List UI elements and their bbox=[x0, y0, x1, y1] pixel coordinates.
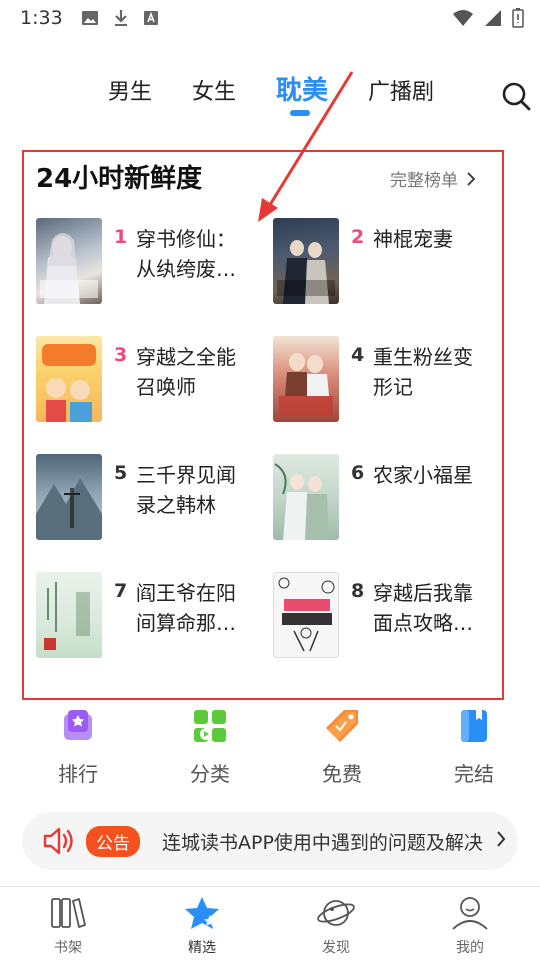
book-title-7: 阎王爷在阳间算命那… bbox=[136, 581, 236, 635]
ranking-title: 24小时新鲜度 bbox=[36, 164, 203, 194]
book-title-1: 穿书修仙：从纨绔废… bbox=[136, 227, 236, 281]
book-title-2: 神棍宠妻 bbox=[373, 227, 453, 251]
book-title-4: 重生粉丝变形记 bbox=[373, 345, 473, 399]
rank-number-2: 2 bbox=[351, 226, 365, 248]
announcement-bar[interactable]: 公告 连城读书APP使用中遇到的问题及解决 bbox=[22, 812, 518, 870]
book-cover-7 bbox=[36, 572, 102, 658]
rank-number-1: 1 bbox=[114, 226, 128, 248]
book-cover-5 bbox=[36, 454, 102, 540]
book-item-3[interactable]: 3 穿越之全能召唤师 bbox=[36, 336, 256, 426]
book-cover-3 bbox=[36, 336, 102, 422]
nav-featured[interactable]: 精选 bbox=[152, 895, 252, 957]
nav-profile-label: 我的 bbox=[456, 940, 484, 956]
announcement-text: 连城读书APP使用中遇到的问题及解决 bbox=[162, 831, 483, 854]
free-tag-icon bbox=[326, 710, 358, 742]
status-bar: 1:33 bbox=[0, 0, 540, 36]
announcement-badge: 公告 bbox=[86, 825, 140, 857]
ranking-icon bbox=[64, 710, 92, 740]
planet-icon bbox=[317, 900, 355, 926]
nav-bookshelf-label: 书架 bbox=[54, 940, 82, 956]
rank-number-4: 4 bbox=[351, 344, 365, 366]
quick-entry-ranking[interactable]: 排行 bbox=[38, 708, 118, 787]
rank-number-7: 7 bbox=[114, 580, 128, 602]
user-icon bbox=[452, 897, 488, 930]
chevron-right-icon bbox=[497, 831, 506, 847]
book-cover-6 bbox=[273, 454, 339, 540]
quick-entry-ranking-label: 排行 bbox=[58, 762, 98, 786]
quick-entry-finished[interactable]: 完结 bbox=[434, 708, 514, 787]
top-tabs: 男生 女生 耽美 广播剧 bbox=[0, 60, 540, 120]
quick-entry-category[interactable]: 分类 bbox=[170, 708, 250, 787]
finished-book-icon bbox=[461, 710, 487, 742]
book-title-5: 三千界见闻录之韩林 bbox=[136, 463, 236, 517]
nav-bookshelf[interactable]: 书架 bbox=[18, 895, 118, 957]
status-time: 1:33 bbox=[20, 7, 63, 29]
book-title-3: 穿越之全能召唤师 bbox=[136, 345, 236, 399]
book-item-7[interactable]: 7 阎王爷在阳间算命那… bbox=[36, 572, 256, 662]
full-ranking-link[interactable]: 完整榜单 bbox=[390, 166, 476, 191]
font-icon bbox=[143, 11, 158, 25]
book-item-5[interactable]: 5 三千界见闻录之韩林 bbox=[36, 454, 256, 544]
nav-discover[interactable]: 发现 bbox=[286, 895, 386, 957]
download-icon bbox=[114, 10, 127, 26]
book-cover-1 bbox=[36, 218, 102, 304]
quick-entry-free-label: 免费 bbox=[322, 762, 362, 786]
book-title-6: 农家小福星 bbox=[373, 463, 473, 487]
bookshelf-icon bbox=[51, 898, 86, 928]
book-title-8: 穿越后我靠面点攻略… bbox=[373, 581, 473, 635]
battery-icon bbox=[512, 8, 524, 28]
book-item-4[interactable]: 4 重生粉丝变形记 bbox=[273, 336, 493, 426]
quick-entry-finished-label: 完结 bbox=[454, 762, 494, 786]
book-item-8[interactable]: 8 穿越后我靠面点攻略… bbox=[273, 572, 493, 662]
full-ranking-label: 完整榜单 bbox=[390, 171, 458, 191]
nav-profile[interactable]: 我的 bbox=[420, 895, 520, 957]
nav-discover-label: 发现 bbox=[322, 940, 350, 956]
ranking-card: 24小时新鲜度 完整榜单 1 穿书修仙：从纨绔废… 2 神棍宠妻 3 穿越之全能… bbox=[22, 150, 504, 700]
search-icon[interactable] bbox=[500, 80, 532, 112]
bottom-nav: 书架 精选 发现 我的 bbox=[0, 886, 540, 960]
chevron-right-icon bbox=[467, 171, 476, 186]
rank-number-8: 8 bbox=[351, 580, 365, 602]
book-cover-2 bbox=[273, 218, 339, 304]
active-tab-indicator bbox=[290, 110, 310, 116]
rank-number-6: 6 bbox=[351, 462, 365, 484]
quick-entries: 排行 分类 免费 完结 bbox=[0, 708, 540, 798]
rank-number-3: 3 bbox=[114, 344, 128, 366]
quick-entry-category-label: 分类 bbox=[190, 762, 230, 786]
tab-male[interactable]: 男生 bbox=[108, 74, 152, 106]
tab-danmei[interactable]: 耽美 bbox=[276, 70, 328, 107]
image-icon bbox=[81, 11, 98, 25]
signal-icon bbox=[485, 10, 501, 26]
speaker-icon bbox=[43, 827, 73, 855]
category-icon bbox=[194, 710, 226, 742]
tab-female[interactable]: 女生 bbox=[192, 74, 236, 106]
rank-number-5: 5 bbox=[114, 462, 128, 484]
wifi-icon bbox=[453, 10, 473, 26]
book-item-2[interactable]: 2 神棍宠妻 bbox=[273, 218, 493, 308]
star-icon bbox=[185, 897, 219, 929]
tab-radio-drama[interactable]: 广播剧 bbox=[368, 74, 434, 106]
quick-entry-free[interactable]: 免费 bbox=[302, 708, 382, 787]
book-cover-4 bbox=[273, 336, 339, 422]
nav-featured-label: 精选 bbox=[188, 940, 216, 956]
book-cover-8 bbox=[273, 572, 339, 658]
book-item-1[interactable]: 1 穿书修仙：从纨绔废… bbox=[36, 218, 256, 308]
book-item-6[interactable]: 6 农家小福星 bbox=[273, 454, 493, 544]
